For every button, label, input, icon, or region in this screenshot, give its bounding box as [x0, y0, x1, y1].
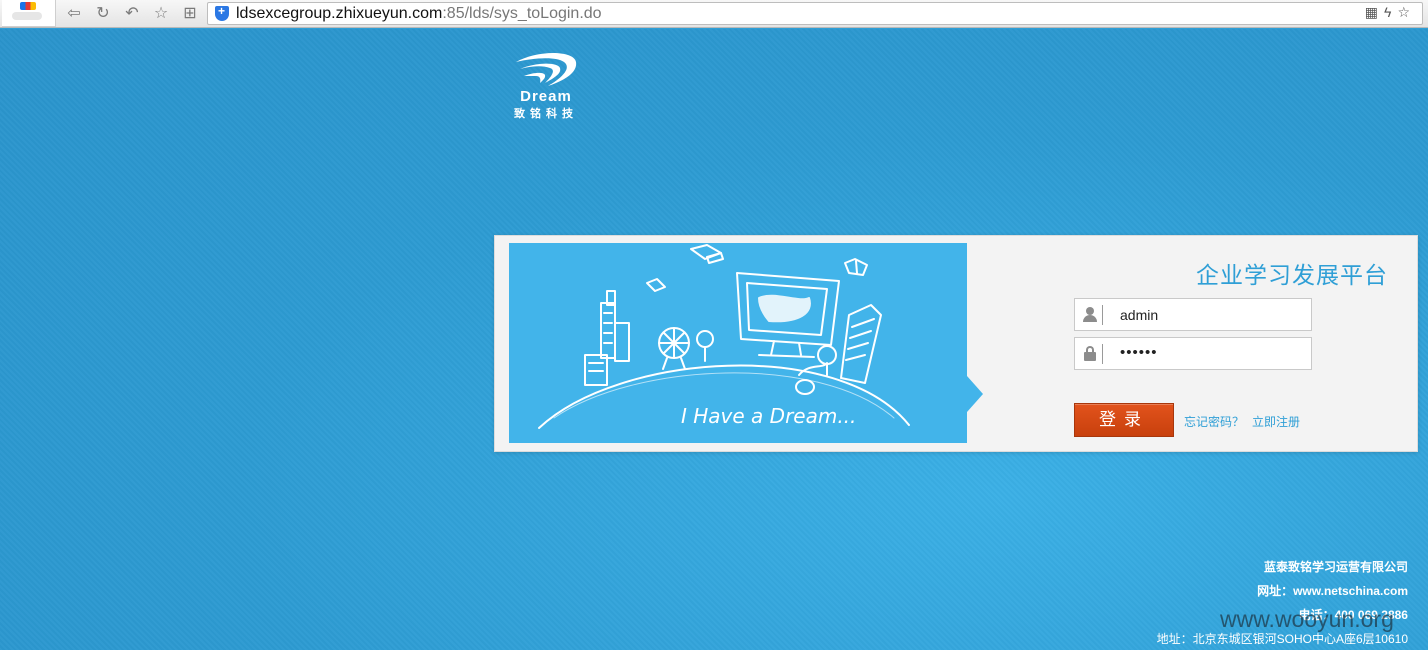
favorite-star-icon[interactable]: ☆ — [151, 4, 171, 24]
footer-company: 蓝泰致铭学习运营有限公司 — [1263, 560, 1408, 574]
address-bar[interactable]: ldsexcegroup.zhixueyun.com:85/lds/sys_to… — [207, 2, 1423, 25]
logo-wave-icon — [516, 53, 577, 86]
password-field[interactable]: •••••• — [1074, 337, 1312, 370]
undo-icon[interactable]: ↶ — [122, 4, 142, 24]
refresh-icon[interactable]: ↻ — [93, 4, 113, 24]
banner-arrow — [967, 376, 983, 412]
password-value[interactable]: •••••• — [1120, 344, 1158, 361]
grid-icon[interactable]: ⊞ — [180, 4, 200, 24]
banner-slogan: I Have a Dream... — [681, 404, 856, 428]
browser-toolbar: ⇦ ↻ ↶ ☆ ⊞ ldsexcegroup.zhixueyun.com:85/… — [0, 0, 1428, 28]
url-text[interactable]: ldsexcegroup.zhixueyun.com:85/lds/sys_to… — [236, 5, 602, 23]
login-card: I Have a Dream... 企业学习发展平台 admin •••••• … — [494, 235, 1418, 452]
user-icon — [1081, 305, 1103, 325]
banner-illustration: I Have a Dream... — [509, 243, 967, 443]
username-field[interactable]: admin — [1074, 298, 1312, 331]
url-path: :85/lds/sys_toLogin.do — [442, 5, 602, 22]
wooyun-watermark: www.wooyun.org — [1220, 606, 1394, 632]
bookmark-star-icon[interactable]: ☆ — [1397, 4, 1416, 20]
username-value[interactable]: admin — [1120, 307, 1158, 323]
footer-website: 网址：www.netschina.com — [1257, 584, 1408, 598]
logo-chinese: 致铭科技 — [514, 108, 578, 120]
browser-app-icon[interactable] — [2, 0, 56, 27]
logo-english: Dream — [520, 88, 572, 105]
qr-code-icon[interactable]: ▦ — [1365, 4, 1384, 20]
login-button[interactable]: 登录 — [1074, 403, 1174, 437]
back-icon[interactable]: ⇦ — [64, 4, 84, 24]
dream-city-illustration: I Have a Dream... — [538, 244, 910, 429]
url-host: ldsexcegroup.zhixueyun.com — [236, 5, 443, 22]
company-footer: 蓝泰致铭学习运营有限公司 网址：www.netschina.com 电话：400… — [1157, 555, 1408, 650]
forgot-password-link[interactable]: 忘记密码？ — [1184, 413, 1244, 430]
lightning-icon[interactable]: ϟ — [1384, 4, 1397, 20]
security-shield-icon — [215, 4, 229, 21]
register-link[interactable]: 立即注册 — [1252, 413, 1300, 430]
lock-icon — [1081, 344, 1103, 364]
dream-logo: Dream 致铭科技 — [506, 52, 586, 122]
platform-title: 企业学习发展平台 — [1196, 263, 1388, 289]
address-bar-icons: ▦ϟ☆ — [1365, 4, 1416, 21]
